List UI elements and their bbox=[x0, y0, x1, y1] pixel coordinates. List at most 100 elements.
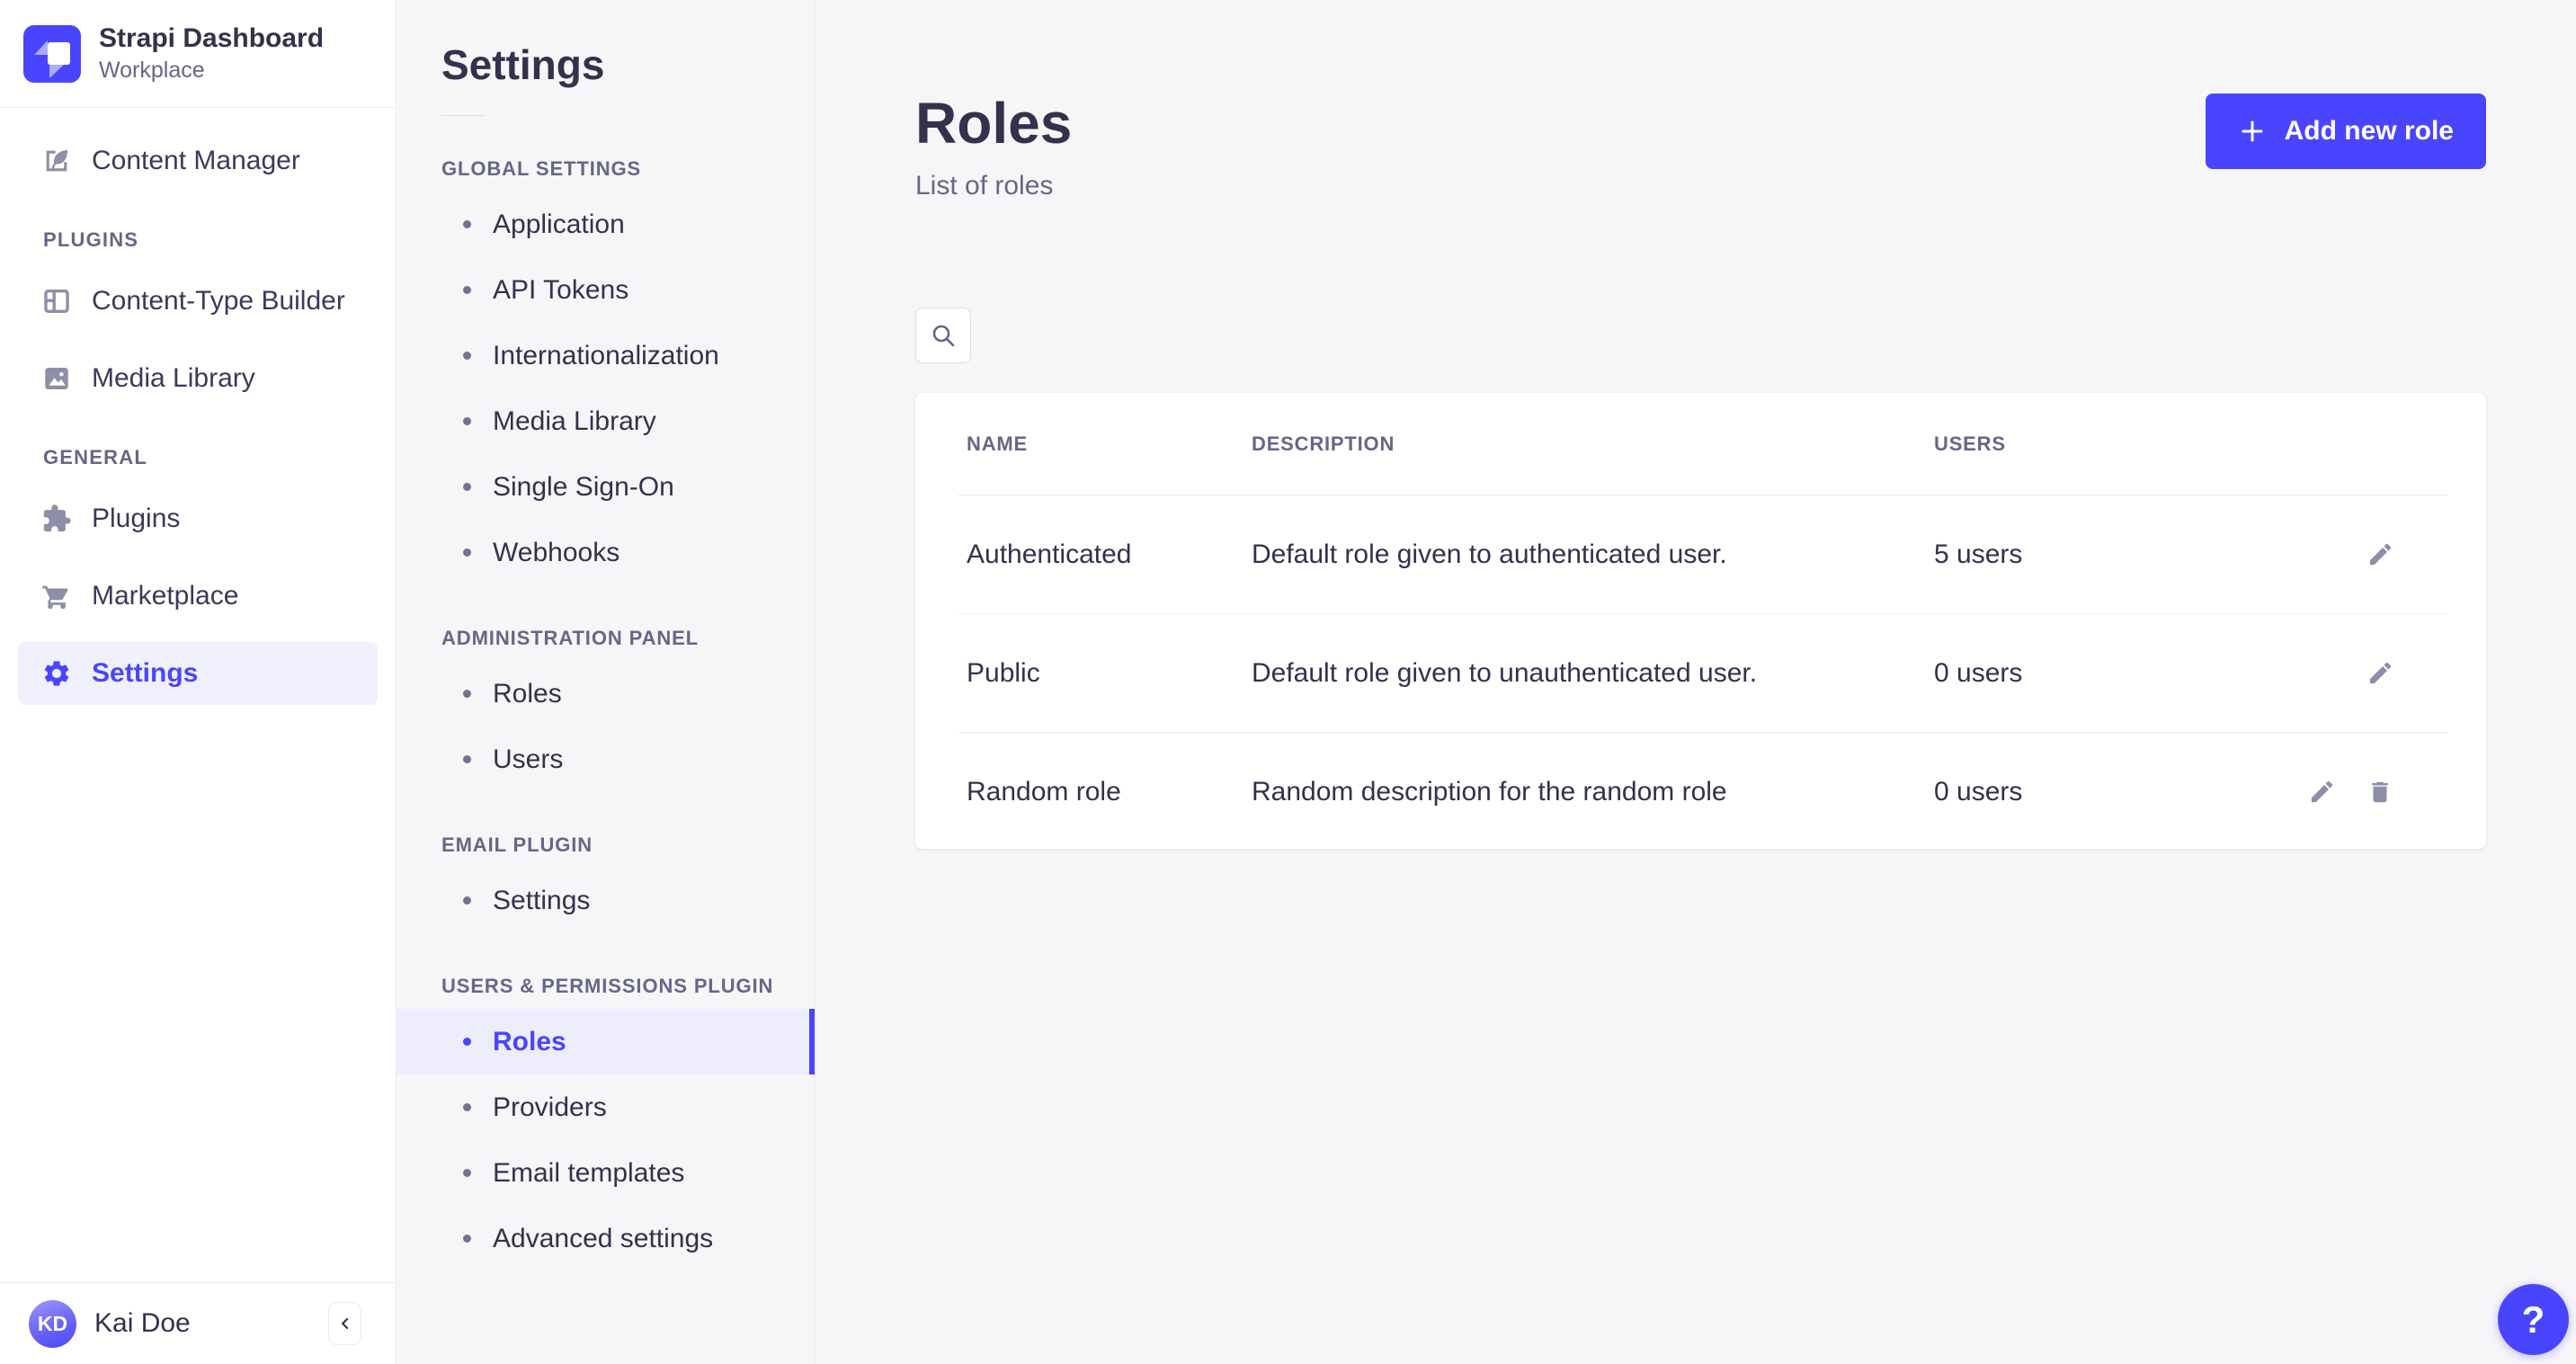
bullet-dot-icon bbox=[463, 1038, 471, 1046]
main-content: Roles List of roles Add new role NAME DE… bbox=[816, 0, 2576, 1364]
subnav-section-administration-panel: ADMINISTRATION PANEL bbox=[441, 627, 815, 650]
sidebar-item-label: Plugins bbox=[92, 504, 180, 534]
role-description: Random description for the random role bbox=[1252, 777, 1934, 807]
subnav-item-label: Webhooks bbox=[493, 538, 619, 568]
bullet-dot-icon bbox=[463, 352, 471, 360]
subnav-item-advanced-settings[interactable]: Advanced settings bbox=[397, 1206, 815, 1271]
table-header-row: NAME DESCRIPTION USERS bbox=[915, 393, 2486, 495]
subnav-section-global-settings: GLOBAL SETTINGS bbox=[441, 157, 815, 181]
pencil-icon bbox=[2308, 778, 2336, 806]
subnav-item-internationalization[interactable]: Internationalization bbox=[397, 323, 815, 388]
column-header-description: DESCRIPTION bbox=[1252, 432, 1934, 456]
subnav-item-label: Settings bbox=[493, 886, 590, 916]
sidebar-item-label: Marketplace bbox=[92, 581, 238, 611]
row-actions bbox=[2367, 659, 2448, 687]
app-title: Strapi Dashboard bbox=[99, 23, 324, 54]
collapse-sidebar-button[interactable] bbox=[328, 1302, 361, 1345]
search-icon bbox=[930, 322, 957, 349]
sidebar-item-plugins[interactable]: Plugins bbox=[18, 487, 378, 550]
subnav-section-users-permissions-plugin: USERS & PERMISSIONS PLUGIN bbox=[441, 975, 815, 998]
bullet-dot-icon bbox=[463, 417, 471, 425]
page-header: Roles List of roles Add new role bbox=[915, 94, 2486, 201]
pencil-icon bbox=[2367, 659, 2394, 687]
roles-table: NAME DESCRIPTION USERS Authenticated Def… bbox=[915, 393, 2486, 849]
edit-role-button[interactable] bbox=[2308, 778, 2336, 806]
subnav-title: Settings bbox=[441, 40, 815, 90]
role-name: Public bbox=[967, 658, 1252, 689]
settings-subnav: Settings GLOBAL SETTINGS Application API… bbox=[397, 0, 816, 1364]
nav-section-general: GENERAL bbox=[43, 446, 396, 469]
subnav-item-email-templates[interactable]: Email templates bbox=[397, 1140, 815, 1206]
strapi-logo-icon bbox=[23, 25, 81, 83]
bullet-dot-icon bbox=[463, 483, 471, 491]
media-library-icon bbox=[41, 363, 72, 394]
subnav-item-admin-roles[interactable]: Roles bbox=[397, 661, 815, 727]
bullet-dot-icon bbox=[463, 1235, 471, 1243]
plugins-puzzle-icon bbox=[41, 504, 72, 534]
role-users-count: 0 users bbox=[1934, 777, 2308, 807]
search-button[interactable] bbox=[915, 308, 971, 363]
sidebar-item-label: Settings bbox=[92, 658, 198, 689]
role-users-count: 0 users bbox=[1934, 658, 2367, 689]
role-description: Default role given to authenticated user… bbox=[1252, 539, 1934, 570]
delete-role-button[interactable] bbox=[2367, 778, 2394, 806]
brand: Strapi Dashboard Workplace bbox=[0, 0, 396, 108]
edit-role-button[interactable] bbox=[2367, 540, 2394, 568]
subnav-item-api-tokens[interactable]: API Tokens bbox=[397, 257, 815, 323]
subnav-divider bbox=[441, 115, 485, 116]
bullet-dot-icon bbox=[463, 896, 471, 905]
role-name: Authenticated bbox=[967, 539, 1252, 570]
subnav-item-label: Users bbox=[493, 744, 563, 775]
table-row-authenticated[interactable]: Authenticated Default role given to auth… bbox=[915, 495, 2486, 613]
table-row-random-role[interactable]: Random role Random description for the r… bbox=[915, 733, 2486, 849]
column-header-users: USERS bbox=[1934, 432, 2448, 456]
page-header-text: Roles List of roles bbox=[915, 94, 1072, 201]
column-header-name: NAME bbox=[967, 432, 1252, 456]
sidebar-item-content-manager[interactable]: Content Manager bbox=[18, 129, 378, 192]
subnav-section-email-plugin: EMAIL PLUGIN bbox=[441, 834, 815, 857]
subnav-item-up-roles[interactable]: Roles bbox=[397, 1009, 815, 1074]
role-name: Random role bbox=[967, 777, 1252, 807]
row-actions bbox=[2367, 540, 2448, 568]
user-name: Kai Doe bbox=[94, 1308, 191, 1339]
subnav-item-label: Single Sign-On bbox=[493, 472, 674, 503]
subnav-item-media-library[interactable]: Media Library bbox=[397, 388, 815, 454]
subnav-item-label: Email templates bbox=[493, 1158, 684, 1189]
subnav-item-label: Advanced settings bbox=[493, 1224, 713, 1254]
subnav-item-email-settings[interactable]: Settings bbox=[397, 868, 815, 933]
page-title: Roles bbox=[915, 94, 1072, 153]
sidebar-item-settings[interactable]: Settings bbox=[18, 642, 378, 705]
add-new-role-button[interactable]: Add new role bbox=[2206, 94, 2486, 169]
bullet-dot-icon bbox=[463, 286, 471, 294]
sidebar-item-media-library[interactable]: Media Library bbox=[18, 347, 378, 410]
subnav-item-providers[interactable]: Providers bbox=[397, 1074, 815, 1140]
nav-section-plugins: PLUGINS bbox=[43, 228, 396, 252]
help-button[interactable]: ? bbox=[2498, 1284, 2569, 1355]
workspace-name: Workplace bbox=[99, 58, 324, 84]
subnav-item-label: Providers bbox=[493, 1092, 607, 1123]
bullet-dot-icon bbox=[463, 1103, 471, 1111]
subnav-item-label: API Tokens bbox=[493, 275, 628, 306]
avatar[interactable]: KD bbox=[29, 1300, 76, 1348]
sidebar-item-marketplace[interactable]: Marketplace bbox=[18, 565, 378, 628]
role-users-count: 5 users bbox=[1934, 539, 2367, 570]
main-nav-list: Content Manager PLUGINS Content-Type Bui… bbox=[0, 108, 396, 719]
plus-icon bbox=[2238, 117, 2267, 146]
marketplace-cart-icon bbox=[41, 581, 72, 611]
page-subtitle: List of roles bbox=[915, 171, 1072, 201]
role-description: Default role given to unauthenticated us… bbox=[1252, 658, 1934, 689]
subnav-item-webhooks[interactable]: Webhooks bbox=[397, 520, 815, 585]
pencil-icon bbox=[2367, 540, 2394, 568]
subnav-item-label: Roles bbox=[493, 1027, 566, 1057]
subnav-item-label: Media Library bbox=[493, 406, 656, 437]
table-row-public[interactable]: Public Default role given to unauthentic… bbox=[915, 614, 2486, 732]
content-type-builder-icon bbox=[41, 286, 72, 316]
trash-icon bbox=[2367, 779, 2393, 806]
edit-role-button[interactable] bbox=[2367, 659, 2394, 687]
subnav-item-application[interactable]: Application bbox=[397, 192, 815, 257]
subnav-item-single-sign-on[interactable]: Single Sign-On bbox=[397, 454, 815, 520]
sidebar-item-content-type-builder[interactable]: Content-Type Builder bbox=[18, 270, 378, 333]
subnav-item-admin-users[interactable]: Users bbox=[397, 727, 815, 792]
bullet-dot-icon bbox=[463, 1169, 471, 1177]
add-new-role-label: Add new role bbox=[2285, 116, 2454, 147]
